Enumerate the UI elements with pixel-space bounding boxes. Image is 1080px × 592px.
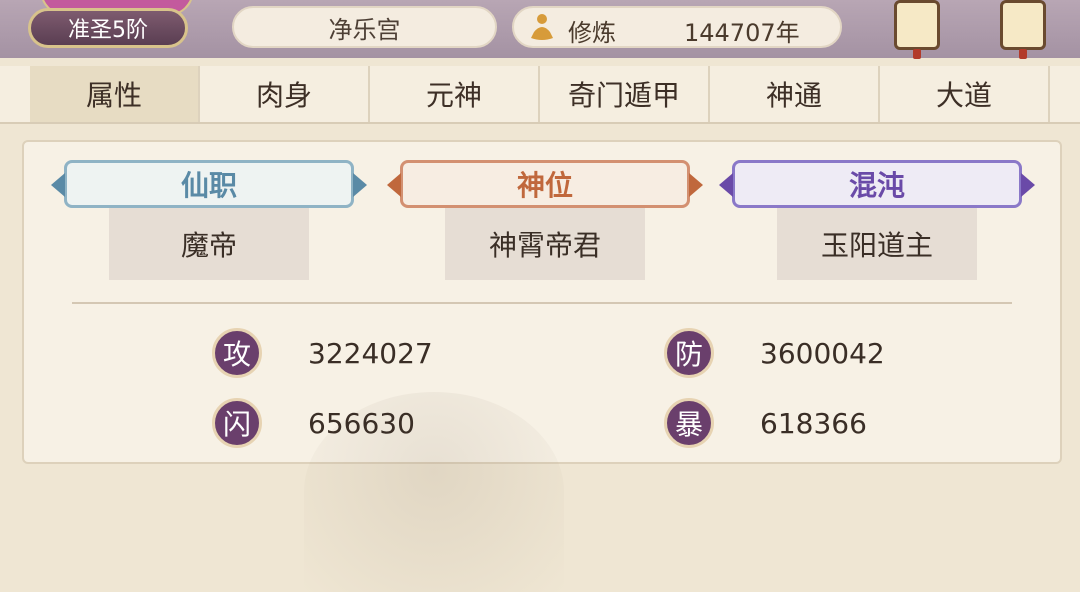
title-label: 混沌: [848, 169, 905, 202]
stat-attack: 攻 3224027: [212, 328, 433, 378]
attributes-panel: 仙职 魔帝 神位 神霄帝君 混沌 玉阳道主 攻 3224027 防 360004…: [22, 140, 1062, 592]
stat-value: 618366: [760, 406, 867, 440]
title-card-divine-rank: 神位 神霄帝君: [387, 160, 703, 280]
stat-value: 656630: [308, 406, 415, 440]
chevron-right-icon: [353, 173, 367, 197]
title-card-immortal-post: 仙职 魔帝: [51, 160, 367, 280]
title-banner: 神位: [387, 160, 703, 208]
stat-defense: 防 3600042: [664, 328, 885, 378]
stat-crit: 暴 618366: [664, 398, 867, 448]
chevron-left-icon: [51, 173, 65, 197]
title-card-chaos: 混沌 玉阳道主: [719, 160, 1035, 280]
cultivation-label: 修炼: [568, 19, 616, 47]
title-banner: 仙职: [51, 160, 367, 208]
tab-divine-skills[interactable]: 神通: [710, 66, 880, 122]
title-banner: 混沌: [719, 160, 1035, 208]
chevron-left-icon: [387, 173, 401, 197]
title-value: 神霄帝君: [445, 208, 645, 280]
tab-qimen[interactable]: 奇门遁甲: [540, 66, 710, 122]
chevron-right-icon: [1021, 173, 1035, 197]
attack-badge: 攻: [212, 328, 262, 378]
location-label: 净乐宫: [232, 6, 497, 48]
top-bar: 准圣5阶 净乐宫 修炼 144707年: [0, 0, 1080, 59]
rank-label: 准圣5阶: [68, 18, 148, 43]
chevron-right-icon: [689, 173, 703, 197]
divider: [72, 302, 1012, 304]
tab-soul[interactable]: 元神: [370, 66, 540, 122]
cultivation-display: 修炼 144707年: [512, 6, 842, 48]
stat-value: 3600042: [760, 336, 885, 370]
tab-body[interactable]: 肉身: [200, 66, 370, 122]
crit-badge: 暴: [664, 398, 714, 448]
dodge-badge: 闪: [212, 398, 262, 448]
tab-attributes[interactable]: 属性: [30, 66, 200, 122]
chevron-left-icon: [719, 173, 733, 197]
title-label: 神位: [516, 169, 573, 202]
stat-value: 3224027: [308, 336, 433, 370]
title-label: 仙职: [180, 169, 237, 202]
lantern-icon[interactable]: [1000, 0, 1046, 59]
stat-dodge: 闪 656630: [212, 398, 415, 448]
cultivation-value: 144707年: [684, 19, 800, 47]
tab-bar: 属性 肉身 元神 奇门遁甲 神通 大道: [0, 66, 1080, 124]
tab-dao[interactable]: 大道: [880, 66, 1050, 122]
title-value: 玉阳道主: [777, 208, 977, 280]
title-value: 魔帝: [109, 208, 309, 280]
lantern-icon[interactable]: [894, 0, 940, 59]
rank-badge: 准圣5阶: [28, 8, 188, 48]
meditating-figure-icon: [531, 14, 553, 40]
defense-badge: 防: [664, 328, 714, 378]
